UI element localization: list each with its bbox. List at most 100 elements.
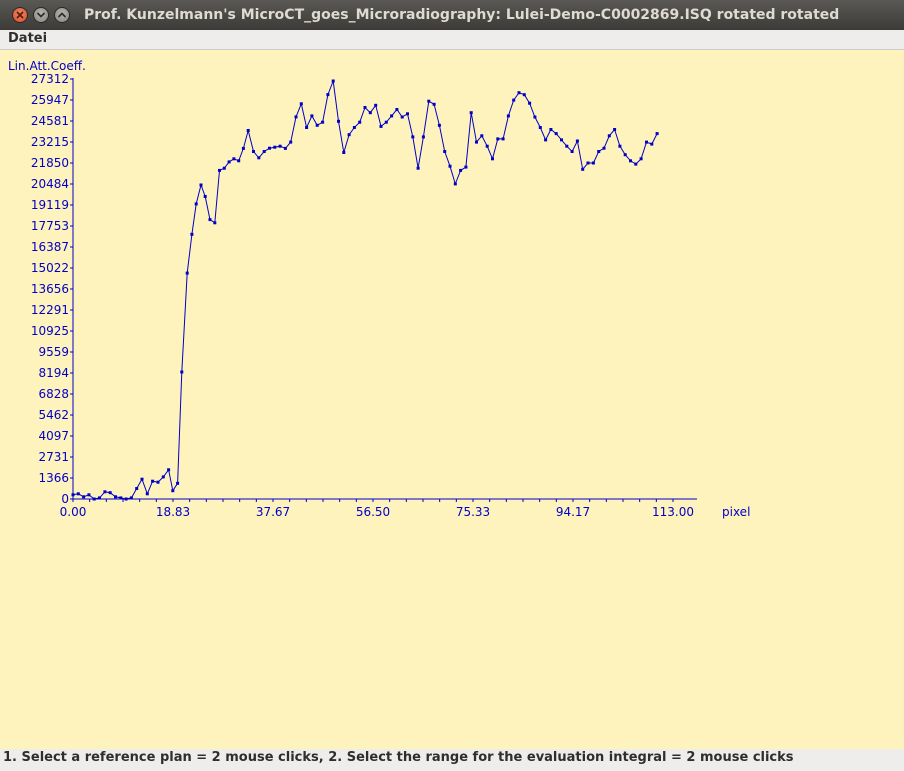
y-tick-group: 0 1366 2731 4097 5462 6828 8194 9559 10925 12291 1… (31, 72, 73, 506)
data-point (634, 162, 638, 166)
data-point (549, 128, 553, 131)
data-point (326, 93, 330, 97)
x-tick-label: 18.83 (156, 505, 190, 519)
y-tick-label: 24581 (31, 114, 69, 128)
data-point (262, 150, 266, 153)
y-tick-label: 19119 (31, 198, 69, 212)
status-bar: 1. Select a reference plan = 2 mouse cli… (0, 749, 904, 771)
data-point (655, 132, 659, 136)
y-tick-label: 5462 (38, 408, 69, 422)
data-point (538, 126, 542, 129)
y-tick-label: 6828 (38, 387, 69, 401)
data-point (602, 146, 606, 150)
data-point (464, 165, 468, 169)
data-point (453, 182, 457, 186)
data-point (390, 114, 394, 118)
data-point (554, 132, 558, 136)
data-point (645, 140, 648, 144)
data-point (565, 144, 569, 148)
y-tick-label: 23215 (31, 135, 69, 149)
data-point (395, 108, 399, 111)
data-point (108, 491, 112, 495)
data-point (496, 137, 500, 141)
data-point (98, 496, 101, 500)
data-point (411, 135, 415, 139)
data-point (597, 150, 601, 153)
data-point (273, 145, 277, 149)
close-icon (16, 11, 24, 19)
data-point (368, 111, 372, 115)
data-point (639, 157, 643, 161)
y-tick-label: 1366 (38, 471, 69, 485)
x-tick-group: 0.00 18.83 37.67 56.50 75.33 94.17 113.00 (60, 499, 694, 519)
data-point (358, 120, 362, 124)
data-point (213, 221, 217, 225)
data-point (607, 134, 611, 138)
data-point (129, 496, 133, 500)
chevron-up-icon (58, 12, 66, 18)
data-point (252, 150, 255, 153)
data-point (299, 102, 303, 106)
y-tick-label: 13656 (31, 282, 69, 296)
data-point (76, 492, 80, 496)
data-point (315, 123, 319, 127)
application-window: Prof. Kunzelmann's MicroCT_goes_Microrad… (0, 0, 904, 771)
menu-item-datei[interactable]: Datei (8, 31, 47, 46)
data-point (400, 115, 404, 119)
data-point (321, 120, 325, 124)
data-point (432, 102, 436, 106)
x-tick-label: 56.50 (356, 505, 390, 519)
data-point (268, 146, 271, 150)
close-window-button[interactable] (12, 7, 28, 23)
data-point (289, 140, 293, 144)
data-point (416, 166, 420, 170)
data-point (618, 144, 622, 148)
data-point (352, 126, 356, 129)
data-point (421, 135, 425, 139)
data-point (427, 99, 431, 103)
maximize-window-button[interactable] (54, 7, 70, 23)
data-point (448, 164, 452, 168)
x-tick-label: 113.00 (652, 505, 694, 519)
status-text: 1. Select a reference plan = 2 mouse cli… (3, 750, 794, 765)
data-point (560, 138, 563, 142)
data-point (151, 479, 155, 483)
y-tick-label: 12291 (31, 303, 69, 317)
data-point (528, 101, 532, 105)
data-point (501, 137, 505, 141)
y-tick-label: 21850 (31, 156, 69, 170)
data-point (650, 142, 654, 146)
data-point (171, 489, 175, 493)
data-point (185, 271, 189, 275)
data-point (190, 232, 194, 236)
minimize-window-button[interactable] (33, 7, 49, 23)
data-point (92, 497, 96, 501)
y-tick-label: 20484 (31, 177, 69, 191)
data-point (208, 218, 212, 222)
data-point (145, 492, 149, 496)
plot-area[interactable]: Lin.Att.Coeff. 0 1366 2731 4097 5462 6828 8194… (0, 50, 904, 749)
data-point (135, 487, 139, 490)
data-point (203, 195, 207, 198)
y-tick-label: 9559 (38, 345, 69, 359)
data-point (246, 129, 250, 132)
data-point (623, 153, 627, 157)
data-point (517, 91, 521, 95)
y-tick-label: 2731 (38, 450, 69, 464)
x-tick-label: 94.17 (556, 505, 590, 519)
data-point (161, 475, 165, 479)
data-point (491, 157, 494, 161)
data-point (581, 167, 585, 171)
data-point (469, 111, 473, 115)
data-point (331, 79, 335, 83)
data-point (475, 140, 478, 144)
data-point (506, 114, 510, 118)
data-point (485, 144, 489, 148)
data-point (575, 139, 579, 143)
data-point (232, 157, 236, 161)
data-point (544, 138, 548, 142)
title-bar[interactable]: Prof. Kunzelmann's MicroCT_goes_Microrad… (0, 0, 904, 31)
y-tick-label: 25947 (31, 93, 69, 107)
profile-chart[interactable]: Lin.Att.Coeff. 0 1366 2731 4097 5462 6828 8194… (0, 50, 904, 749)
y-axis-label: Lin.Att.Coeff. (8, 59, 86, 73)
